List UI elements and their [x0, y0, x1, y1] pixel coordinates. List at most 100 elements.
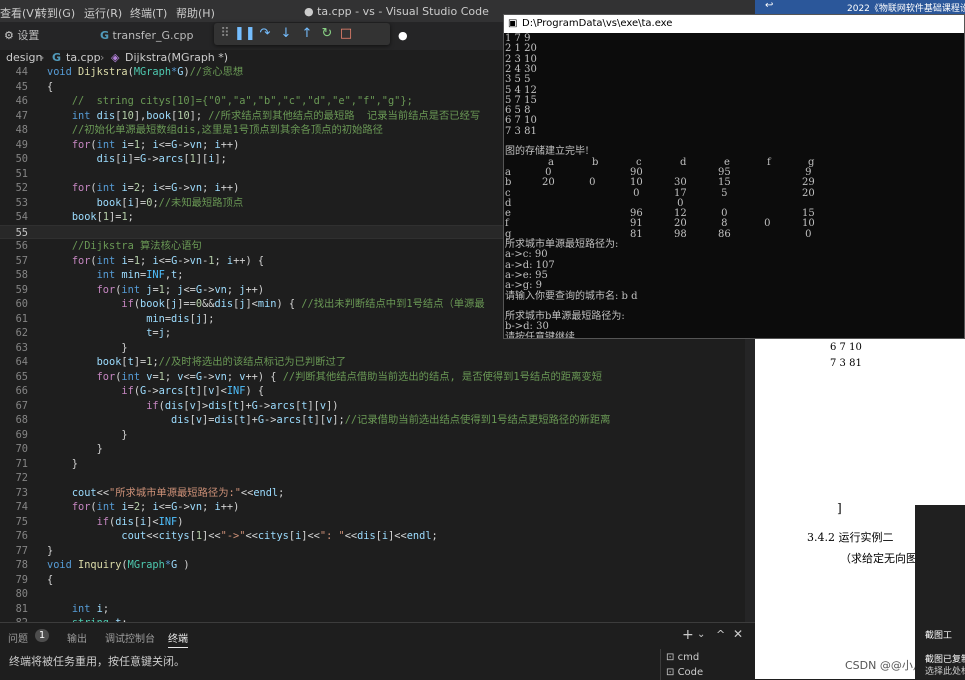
- code-line[interactable]: 66 if(G->arcs[t][v]<INF) {: [0, 384, 745, 399]
- matrix-cell: 86: [718, 228, 731, 240]
- matrix-cell: 98: [674, 228, 687, 240]
- line-number: 61: [15, 312, 28, 325]
- code-text: //Dijkstra 算法核心语句: [71, 240, 202, 252]
- matrix-cell: 0: [761, 218, 771, 230]
- line-number: 75: [15, 515, 28, 528]
- code-line[interactable]: 75 if(dis[i]<INF): [0, 515, 745, 530]
- bottom-panel: 问题 1 输出 调试控制台 终端 终端将被任务重用，按任意键关闭。 + ⌄ ^ …: [0, 622, 755, 680]
- breadcrumb-symbol[interactable]: Dijkstra(MGraph *): [125, 51, 228, 64]
- matrix-cell: 0: [630, 187, 640, 199]
- chevron-down-icon[interactable]: ⌄: [697, 629, 705, 640]
- back-icon[interactable]: ↩: [765, 0, 773, 11]
- terminal-message: 终端将被任务重用，按任意键关闭。: [9, 655, 185, 668]
- code-text: int min=INF,t;: [96, 269, 184, 281]
- doc-title: 2022《物联网软件基础课程设: [847, 4, 965, 14]
- drag-handle-icon[interactable]: ⠿: [216, 25, 234, 43]
- console-titlebar[interactable]: ▣ D:\ProgramData\vs\exe\ta.exe: [504, 15, 964, 33]
- step-into-icon[interactable]: ↓: [277, 25, 295, 43]
- code-text: }: [47, 457, 78, 470]
- code-line[interactable]: 77}: [0, 544, 745, 559]
- code-line[interactable]: 76 cout<<citys[1]<<"->"<<citys[i]<<": "<…: [0, 529, 745, 544]
- code-line[interactable]: 78 void Inquiry(MGraph*G ): [0, 558, 745, 573]
- code-text: if(dis[v]>dis[t]+G->arcs[t][v]): [146, 399, 339, 412]
- code-text: dis[i]=G->arcs[1][i];: [96, 153, 227, 165]
- stop-icon[interactable]: □: [337, 25, 355, 43]
- tab-terminal[interactable]: 终端: [168, 630, 188, 648]
- code-text: void Inquiry(MGraph*G ): [47, 559, 190, 571]
- matrix-row-label: b: [505, 177, 512, 189]
- pause-icon[interactable]: ❚❚: [234, 25, 256, 43]
- line-number: 79: [15, 573, 28, 586]
- cpp-file-icon: G: [52, 51, 62, 64]
- code-line[interactable]: 65 for(int v=1; v<=G->vn; v++) { //判断其他结…: [0, 370, 745, 385]
- tab-transfer-g[interactable]: G transfer_G.cpp: [100, 22, 212, 50]
- chevron-right-icon: ›: [40, 51, 45, 64]
- line-number: 56: [15, 240, 28, 252]
- matrix-cell: 5: [718, 187, 728, 199]
- code-text: for(int j=1; j<=G->vn; j++): [96, 283, 265, 296]
- unsaved-dot-icon[interactable]: ●: [398, 29, 408, 42]
- close-panel-icon[interactable]: ✕: [733, 627, 743, 641]
- line-number: 66: [15, 385, 28, 397]
- code-line[interactable]: 72: [0, 471, 745, 486]
- word-titlebar: 2022《物联网软件基础课程设 ↩: [755, 0, 965, 14]
- line-number: 47: [15, 109, 28, 122]
- menu-view[interactable]: 查看(V): [0, 5, 38, 21]
- code-line[interactable]: 74 for(int i=2; i<=G->vn; i++): [0, 500, 745, 515]
- console-line: 请输入你要查询的城市名: b d: [505, 290, 638, 302]
- terminal-list: ⊡ cmd ⊡ Code: [660, 649, 756, 680]
- code-line[interactable]: 70 }: [0, 442, 745, 457]
- matrix-cell: 0: [802, 228, 812, 240]
- snip-notification[interactable]: 截图工 截图已复制 选择此处标: [915, 505, 965, 679]
- code-text: // string citys[10]={"0","a","b","c","d"…: [71, 95, 413, 107]
- line-number: 62: [15, 327, 28, 339]
- line-number: 58: [15, 269, 28, 281]
- line-number: 67: [15, 399, 28, 412]
- tab-output[interactable]: 输出: [67, 630, 87, 645]
- code-line[interactable]: 63 }: [0, 341, 745, 356]
- menu-terminal[interactable]: 终端(T): [130, 5, 167, 21]
- terminal-icon: ⊡: [666, 652, 675, 663]
- matrix-header-cell: d: [680, 156, 687, 168]
- line-number: 51: [15, 167, 28, 180]
- tab-problems[interactable]: 问题: [8, 630, 28, 645]
- matrix-cell: 0: [586, 177, 596, 189]
- code-line[interactable]: 71 }: [0, 457, 745, 472]
- notification-app: 截图工: [925, 631, 953, 641]
- matrix-cell: 20: [802, 187, 815, 199]
- menu-run[interactable]: 运行(R): [84, 5, 122, 21]
- code-line[interactable]: 80: [0, 587, 745, 602]
- matrix-cell: 30: [674, 177, 687, 189]
- maximize-panel-icon[interactable]: ^: [716, 628, 725, 641]
- restart-icon[interactable]: ↻: [318, 25, 336, 43]
- line-number: 45: [15, 80, 28, 93]
- code-line[interactable]: 67 if(dis[v]>dis[t]+G->arcs[t][v]): [0, 399, 745, 414]
- console-output: 1 7 92 1 20 2 3 10 2 4 30 3 5 55 4 12 5 7 15…: [504, 33, 964, 338]
- tab-settings[interactable]: ⚙ 设置: [4, 22, 94, 50]
- matrix-cell: 20: [542, 177, 555, 189]
- code-text: int i;: [71, 602, 110, 615]
- line-number: 81: [15, 602, 28, 615]
- code-line[interactable]: 69 }: [0, 428, 745, 443]
- menu-help[interactable]: 帮助(H): [176, 5, 215, 21]
- tab-debug-console[interactable]: 调试控制台: [105, 630, 155, 645]
- code-text: if(book[j]==0&&dis[j]<min) { //找出未判断结点中到…: [121, 298, 485, 310]
- code-line[interactable]: 68 dis[v]=dis[t]+G->arcs[t][v];//记录借助当前选…: [0, 413, 745, 428]
- line-number: 52: [15, 182, 28, 194]
- breadcrumb-folder[interactable]: design: [6, 51, 43, 64]
- matrix-header-cell: f: [767, 156, 771, 168]
- code-line[interactable]: 73 cout<<"所求城市单源最短路径为:"<<endl;: [0, 486, 745, 501]
- code-text: for(int i=1; i<=G->vn-1; i++) {: [71, 254, 265, 267]
- step-out-icon[interactable]: ↑: [298, 25, 316, 43]
- line-number: 78: [15, 559, 28, 571]
- terminal-item-code[interactable]: ⊡ Code: [666, 667, 703, 678]
- add-terminal-icon[interactable]: +: [682, 627, 694, 643]
- terminal-item-cmd[interactable]: ⊡ cmd: [666, 652, 699, 663]
- code-line[interactable]: 64 book[t]=1;//及时将选出的该结点标记为已判断过了: [0, 355, 745, 370]
- code-line[interactable]: 81 int i;: [0, 602, 745, 617]
- breadcrumb-file[interactable]: ta.cpp: [66, 51, 101, 64]
- code-line[interactable]: 79 {: [0, 573, 745, 588]
- step-over-icon[interactable]: ↷: [256, 25, 274, 43]
- menu-goto[interactable]: 转到(G): [36, 5, 75, 21]
- notification-body: 选择此处标: [925, 667, 965, 677]
